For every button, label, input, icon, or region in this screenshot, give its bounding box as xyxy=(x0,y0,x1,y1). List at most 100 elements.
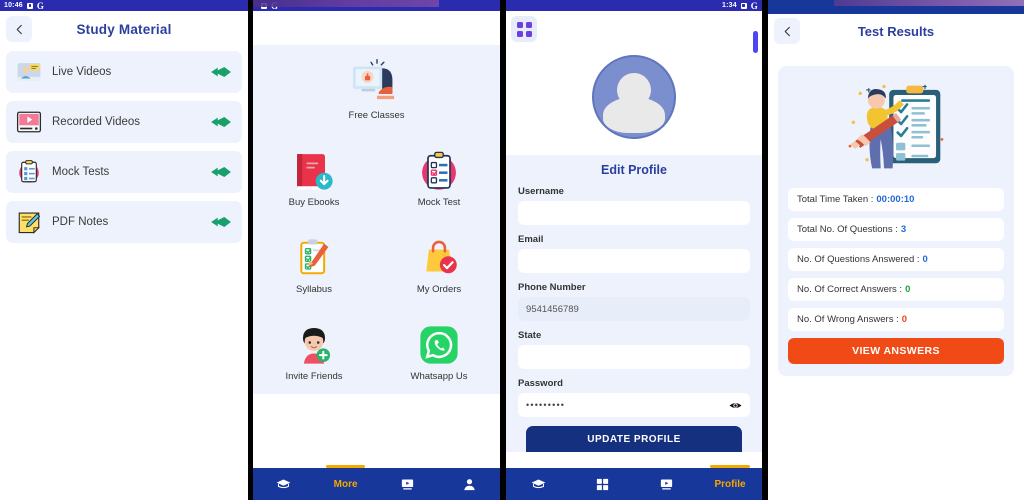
back-button[interactable] xyxy=(6,16,32,42)
list-item-label: Recorded Videos xyxy=(52,116,141,128)
status-bar: 1:34 G xyxy=(506,0,762,11)
nav-item-label: Profile xyxy=(714,478,746,490)
free-classes-icon xyxy=(352,58,394,99)
whatsapp-icon xyxy=(420,325,458,364)
nav-item-videos[interactable] xyxy=(377,468,439,500)
list-item-label: Mock Tests xyxy=(52,166,110,178)
live-video-icon xyxy=(17,63,41,81)
status-time: 1:34 xyxy=(721,2,737,9)
nav-active-indicator xyxy=(709,465,751,468)
grid-menu-button[interactable] xyxy=(511,16,537,42)
tile-label: Whatsapp Us xyxy=(410,370,468,382)
phone-number-input[interactable]: 9541456789 xyxy=(518,297,750,321)
result-value: 0 xyxy=(901,314,908,325)
tile-label: Syllabus xyxy=(296,283,332,295)
overlay-status-ghost xyxy=(253,0,439,7)
panel-grid-menu: G Free Classes xyxy=(250,0,500,500)
page-title: Study Material xyxy=(76,21,172,37)
tile-label: My Orders xyxy=(416,283,462,295)
notes-pencil-icon xyxy=(18,212,41,234)
screenshot-stage: 10:46 G Study Material Live Videos Recor… xyxy=(0,0,1024,500)
invite-friend-icon xyxy=(303,327,331,364)
view-answers-button[interactable]: VIEW ANSWERS xyxy=(788,338,1004,364)
four-dots-grid-icon xyxy=(516,21,532,37)
label-state: State xyxy=(518,330,542,341)
grid-row-1: Buy Ebooks Mock Test xyxy=(253,136,500,220)
status-time: 10:46 xyxy=(4,2,23,9)
form-title: Edit Profile xyxy=(601,163,667,177)
state-input[interactable] xyxy=(518,345,750,369)
grid-empty-space xyxy=(253,394,500,444)
tile-buy-ebooks[interactable]: Buy Ebooks xyxy=(253,136,375,220)
recorded-video-icon xyxy=(16,111,42,133)
scrollbar-thumb[interactable] xyxy=(753,31,758,53)
chevron-left-icon xyxy=(16,24,22,34)
tile-my-orders[interactable]: My Orders xyxy=(378,223,500,307)
graduation-cap-icon xyxy=(531,479,545,488)
update-profile-button[interactable]: UPDATE PROFILE xyxy=(526,426,742,452)
nav-item-profile[interactable] xyxy=(438,468,500,500)
email-input[interactable] xyxy=(518,249,750,273)
nav-active-indicator xyxy=(325,465,366,468)
arrow-right-icon xyxy=(211,217,231,227)
nav-item-profile[interactable]: Profile xyxy=(698,465,762,500)
result-row-wrong-answers: No. Of Wrong Answers : 0 xyxy=(788,308,1004,331)
avatar-body xyxy=(603,97,665,133)
tile-whatsapp-us[interactable]: Whatsapp Us xyxy=(378,310,500,394)
panel-test-results: Test Results Total Time Taken: 00:00:10… xyxy=(765,0,1024,500)
result-row-correct-answers: No. Of Correct Answers : 0 xyxy=(788,278,1004,301)
tile-free-classes[interactable]: Free Classes xyxy=(253,45,500,133)
bottom-navigation: Profile xyxy=(506,465,762,500)
avatar-container xyxy=(506,45,762,155)
study-material-list: Live Videos Recorded Videos Mock Tests P… xyxy=(0,47,248,243)
password-input[interactable]: ••••••••• xyxy=(518,393,750,417)
chevron-left-icon xyxy=(784,26,790,36)
avatar[interactable] xyxy=(592,55,676,139)
result-label: No. Of Wrong Answers : xyxy=(797,314,899,325)
result-label: No. Of Questions Answered : xyxy=(797,254,920,265)
result-value: 0 xyxy=(905,284,911,295)
eye-icon[interactable] xyxy=(729,399,742,412)
nav-item-classes[interactable] xyxy=(506,468,570,500)
tile-label: Invite Friends xyxy=(285,370,343,382)
shopping-bag-icon xyxy=(426,240,457,273)
nav-item-label: More xyxy=(333,478,358,490)
results-card: Total Time Taken : 00:00:10 Total No. Of… xyxy=(778,66,1014,376)
username-input[interactable] xyxy=(518,201,750,225)
result-row-total-questions: Total No. Of Questions : 3 xyxy=(788,218,1004,241)
result-row-total-time: Total Time Taken : 00:00:10 xyxy=(788,188,1004,211)
result-label: Total Time Taken : xyxy=(797,194,874,205)
tile-syllabus[interactable]: Syllabus xyxy=(253,223,375,307)
list-item-pdf-notes[interactable]: PDF Notes xyxy=(6,201,242,243)
label-password: Password xyxy=(518,378,563,389)
tile-mock-test[interactable]: Mock Test xyxy=(378,136,500,220)
panel-edit-profile: 1:34 G Edit Profile Username Email Phone… xyxy=(503,0,762,500)
ebook-download-icon xyxy=(297,153,333,190)
overlay-status-ghost xyxy=(834,0,1024,6)
result-value: 3 xyxy=(900,224,907,235)
tile-label: Buy Ebooks xyxy=(288,196,340,208)
bottom-navigation: More xyxy=(253,465,500,500)
password-masked-value: ••••••••• xyxy=(526,400,566,410)
list-item-mock-tests[interactable]: Mock Tests xyxy=(6,151,242,193)
nav-item-classes[interactable] xyxy=(253,468,315,500)
syllabus-icon xyxy=(300,238,329,274)
nav-item-videos[interactable] xyxy=(634,468,698,500)
nav-item-more[interactable] xyxy=(570,468,634,500)
app-bar xyxy=(253,11,500,45)
label-username: Username xyxy=(518,186,564,197)
page-title: Test Results xyxy=(857,23,935,39)
edit-profile-form: Edit Profile Username Email Phone Number… xyxy=(506,155,762,452)
page-header: Test Results xyxy=(768,14,1024,48)
label-phone-number: Phone Number xyxy=(518,282,586,293)
nav-item-more[interactable]: More xyxy=(315,465,377,500)
google-icon: G xyxy=(36,0,45,11)
result-label: Total No. Of Questions : xyxy=(797,224,898,235)
tile-invite-friends[interactable]: Invite Friends xyxy=(253,310,375,394)
list-item-recorded-videos[interactable]: Recorded Videos xyxy=(6,101,242,143)
list-item-live-videos[interactable]: Live Videos xyxy=(6,51,242,93)
tile-label: Free Classes xyxy=(348,109,405,121)
video-icon xyxy=(660,479,672,489)
back-button[interactable] xyxy=(774,18,800,44)
person-with-checklist-illustration xyxy=(848,84,944,169)
